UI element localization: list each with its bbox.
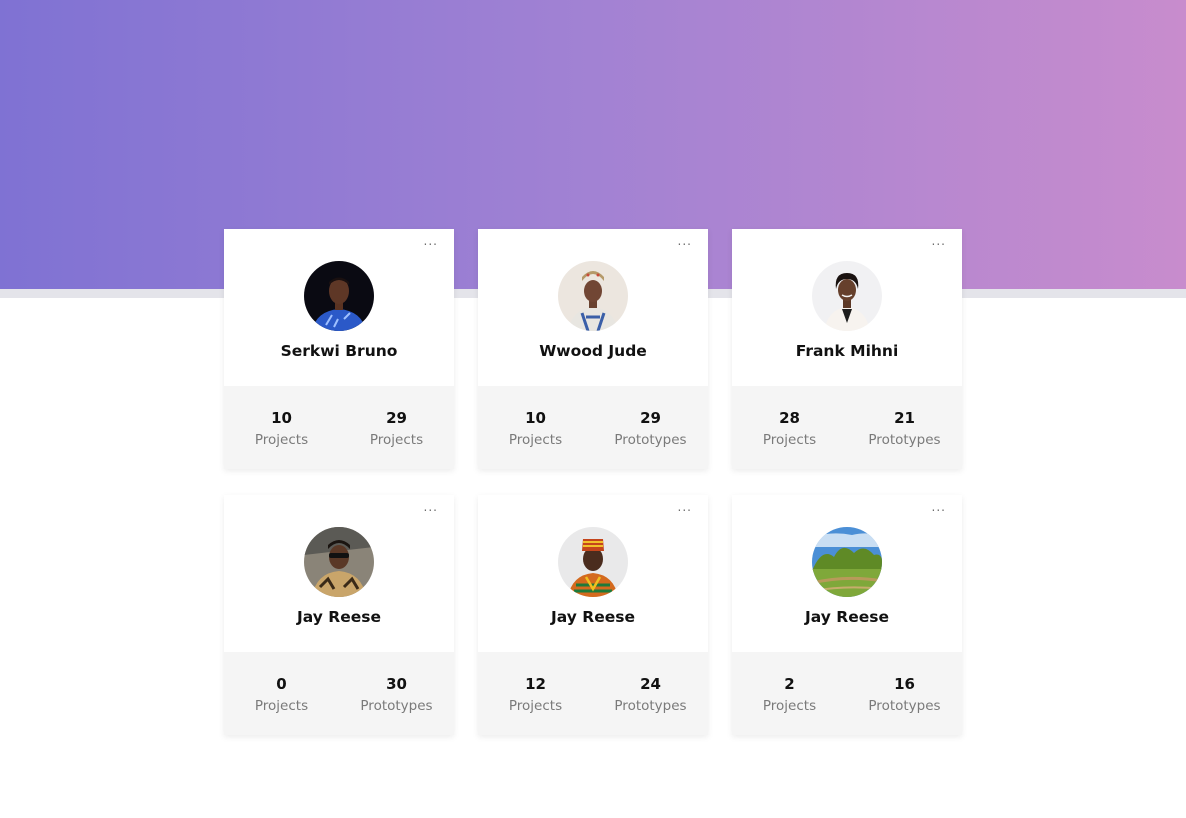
profile-stats: 0 Projects 30 Prototypes (224, 652, 454, 735)
more-options-icon[interactable]: ... (424, 234, 438, 248)
stat-label: Projects (369, 432, 424, 448)
stat-value: 21 (894, 409, 915, 427)
stat-label: Projects (254, 432, 309, 448)
stat-projects: 10 Projects (478, 386, 593, 469)
profile-name: Serkwi Bruno (280, 342, 398, 360)
profile-name: Jay Reese (297, 608, 381, 626)
stat-prototypes: 29 Prototypes (593, 386, 708, 469)
avatar (304, 527, 374, 597)
stat-label: Projects (762, 698, 817, 714)
more-options-icon[interactable]: ... (678, 500, 692, 514)
profile-card-grid: ... Serkwi Bruno 10 Projects 29 Projects (224, 229, 962, 735)
more-options-icon[interactable]: ... (932, 500, 946, 514)
profile-stats: 28 Projects 21 Prototypes (732, 386, 962, 469)
profile-stats: 10 Projects 29 Projects (224, 386, 454, 469)
stat-label: Prototypes (614, 698, 687, 714)
stat-label: Projects (254, 698, 309, 714)
stat-projects: 10 Projects (224, 386, 339, 469)
profile-card: ... Wwood Jude 10 Projects 29 Prototypes (478, 229, 708, 469)
avatar (812, 527, 882, 597)
stat-value: 10 (271, 409, 292, 427)
stat-label: Projects (508, 698, 563, 714)
stat-value: 28 (779, 409, 800, 427)
more-options-icon[interactable]: ... (678, 234, 692, 248)
stat-projects: 2 Projects (732, 652, 847, 735)
stat-value: 29 (640, 409, 661, 427)
profile-name: Wwood Jude (539, 342, 647, 360)
stat-value: 10 (525, 409, 546, 427)
stat-secondary: 29 Projects (339, 386, 454, 469)
profile-stats: 12 Projects 24 Prototypes (478, 652, 708, 735)
profile-card: ... Jay Reese 0 Projects 30 Prototypes (224, 495, 454, 735)
stat-label: Projects (762, 432, 817, 448)
stat-value: 12 (525, 675, 546, 693)
stat-value: 24 (640, 675, 661, 693)
stat-value: 29 (386, 409, 407, 427)
stat-label: Prototypes (614, 432, 687, 448)
avatar (812, 261, 882, 331)
stat-prototypes: 16 Prototypes (847, 652, 962, 735)
profile-stats: 2 Projects 16 Prototypes (732, 652, 962, 735)
avatar (558, 527, 628, 597)
profile-name: Jay Reese (805, 608, 889, 626)
stat-label: Projects (508, 432, 563, 448)
more-options-icon[interactable]: ... (424, 500, 438, 514)
avatar (558, 261, 628, 331)
profile-card: ... Jay Reese 2 Projects 16 Prototypes (732, 495, 962, 735)
stat-projects: 28 Projects (732, 386, 847, 469)
profile-card: ... Serkwi Bruno 10 Projects 29 Projects (224, 229, 454, 469)
stat-value: 16 (894, 675, 915, 693)
stat-prototypes: 24 Prototypes (593, 652, 708, 735)
more-options-icon[interactable]: ... (932, 234, 946, 248)
profile-stats: 10 Projects 29 Prototypes (478, 386, 708, 469)
stat-value: 2 (784, 675, 795, 693)
profile-card: ... Jay Reese 12 Projects 24 Prototypes (478, 495, 708, 735)
stat-value: 0 (276, 675, 287, 693)
profile-name: Jay Reese (551, 608, 635, 626)
stat-value: 30 (386, 675, 407, 693)
profile-name: Frank Mihni (795, 342, 899, 360)
profile-card: ... Frank Mihni 28 Projects 21 Prototype… (732, 229, 962, 469)
stat-label: Prototypes (360, 698, 433, 714)
stat-projects: 0 Projects (224, 652, 339, 735)
stat-projects: 12 Projects (478, 652, 593, 735)
stat-prototypes: 30 Prototypes (339, 652, 454, 735)
avatar (304, 261, 374, 331)
stat-prototypes: 21 Prototypes (847, 386, 962, 469)
stat-label: Prototypes (868, 432, 941, 448)
stat-label: Prototypes (868, 698, 941, 714)
